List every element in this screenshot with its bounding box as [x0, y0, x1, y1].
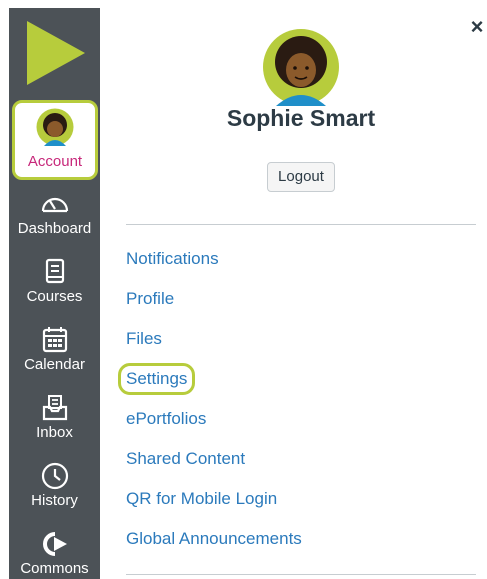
list-item: QR for Mobile Login [126, 488, 302, 528]
nav-dashboard-label: Dashboard [17, 220, 92, 237]
user-display-name: Sophie Smart [226, 105, 376, 131]
list-item: Files [126, 328, 302, 368]
tray-divider-top [126, 224, 476, 225]
nav-commons-label: Commons [20, 560, 89, 577]
nav-calendar[interactable]: Calendar [9, 324, 100, 374]
calendar-icon [42, 327, 67, 353]
settings-link[interactable]: Settings [118, 363, 196, 395]
list-item: Settings [118, 363, 302, 408]
nav-account-label: Account [27, 153, 83, 170]
profile-link[interactable]: Profile [126, 288, 174, 310]
global-announcements-link[interactable]: Global Announcements [126, 528, 302, 550]
commons-arrow-icon [42, 532, 67, 556]
tray-divider-bottom [126, 574, 476, 575]
nav-account[interactable]: Account [12, 100, 98, 180]
canvas-logo[interactable] [9, 8, 100, 97]
list-item: Shared Content [126, 448, 302, 488]
account-links-list: Notifications Profile Files Settings ePo… [118, 248, 302, 568]
nav-history-label: History [31, 492, 78, 509]
logout-button[interactable]: Logout [267, 162, 335, 192]
play-logo-icon [27, 21, 85, 85]
nav-commons[interactable]: Commons [9, 528, 100, 578]
nav-courses[interactable]: Courses [9, 256, 100, 306]
list-item: Global Announcements [126, 528, 302, 568]
files-link[interactable]: Files [126, 328, 162, 350]
nav-calendar-label: Calendar [24, 356, 85, 373]
shared-content-link[interactable]: Shared Content [126, 448, 245, 470]
close-tray-button[interactable]: × [468, 16, 486, 38]
history-clock-icon [41, 462, 68, 490]
inbox-icon [42, 395, 67, 421]
qr-mobile-login-link[interactable]: QR for Mobile Login [126, 488, 277, 510]
nav-courses-label: Courses [26, 288, 83, 305]
global-navigation: Account Dashboard Courses Calendar Inbox… [9, 8, 100, 579]
nav-inbox-label: Inbox [36, 424, 73, 441]
account-avatar-icon [36, 108, 74, 146]
list-item: Profile [126, 288, 302, 328]
list-item: Notifications [126, 248, 302, 288]
eportfolios-link[interactable]: ePortfolios [126, 408, 206, 430]
nav-inbox[interactable]: Inbox [9, 392, 100, 442]
dashboard-gauge-icon [41, 197, 68, 213]
list-item: ePortfolios [126, 408, 302, 448]
notifications-link[interactable]: Notifications [126, 248, 219, 270]
courses-book-icon [45, 258, 64, 284]
user-avatar [263, 29, 339, 106]
nav-dashboard[interactable]: Dashboard [9, 188, 100, 238]
nav-history[interactable]: History [9, 460, 100, 510]
